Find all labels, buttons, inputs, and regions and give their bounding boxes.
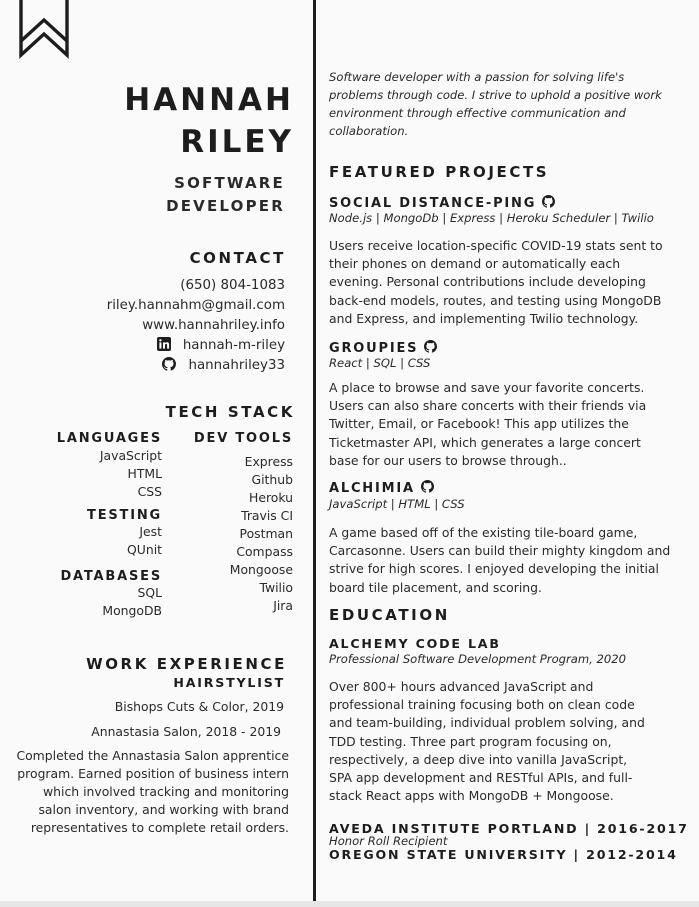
- tech-stack-heading: TECH STACK: [165, 403, 295, 421]
- linkedin-icon: [156, 337, 171, 351]
- contact-website[interactable]: www.hannahriley.info: [142, 316, 285, 336]
- first-name: HANNAH: [124, 82, 294, 118]
- skill-item: Postman: [239, 526, 293, 541]
- skill-item: Twilio: [259, 580, 293, 595]
- project-title: ALCHIMIA: [329, 480, 434, 497]
- skill-item: Mongoose: [229, 562, 293, 577]
- github-icon[interactable]: [424, 340, 438, 353]
- github-icon: [162, 357, 177, 371]
- work-experience-heading: WORK EXPERIENCE: [86, 655, 287, 673]
- project-description: A game based off of the existing tile-bo…: [329, 525, 671, 595]
- skill-item: Heroku: [249, 490, 293, 505]
- dev-tools-heading-wrap: DEV TOOLS: [194, 431, 293, 447]
- skill-item: Express: [244, 454, 293, 469]
- testing-heading-wrap: TESTING: [87, 508, 162, 524]
- linkedin-handle: hannah-m-riley: [182, 338, 285, 353]
- dev-tools-list: Express Github Heroku Travis CI Postman …: [230, 453, 293, 615]
- databases-heading: DATABASES: [60, 569, 162, 584]
- contact-github[interactable]: hannahriley33: [162, 356, 285, 376]
- last-name: RILEY: [180, 124, 294, 160]
- testing-heading: TESTING: [87, 508, 162, 523]
- project-tech: Node.js | MongoDb | Express | Heroku Sch…: [329, 211, 654, 225]
- skill-item: MongoDB: [102, 603, 162, 618]
- skill-item: CSS: [137, 484, 162, 499]
- contact-heading: CONTACT: [189, 249, 286, 267]
- skill-item: JavaScript: [99, 448, 162, 463]
- project-description: A place to browse and save your favorite…: [329, 380, 647, 468]
- work-role: HAIRSTYLIST: [173, 675, 285, 690]
- bookmark-icon: [19, 0, 69, 59]
- education-alchemy-name: ALCHEMY CODE LAB: [329, 636, 501, 651]
- contact-email[interactable]: riley.hannahm@gmail.com: [107, 296, 285, 316]
- github-icon[interactable]: [420, 480, 434, 493]
- skill-item: HTML: [127, 466, 162, 481]
- project-tech: React | SQL | CSS: [329, 356, 431, 370]
- featured-projects-heading: FEATURED PROJECTS: [329, 163, 550, 181]
- skill-item: Travis CI: [241, 508, 293, 523]
- education-alchemy-description: Over 800+ hours advanced JavaScript and …: [329, 679, 645, 804]
- education-alchemy-program: Professional Software Development Progra…: [329, 652, 627, 666]
- job-title-line1: SOFTWARE: [174, 174, 285, 192]
- contact-phone: (650) 804-1083: [180, 278, 285, 293]
- bottom-strip: [0, 901, 699, 907]
- languages-heading: LANGUAGES: [56, 431, 162, 446]
- intro-summary: Software developer with a passion for so…: [329, 70, 662, 138]
- skill-item: Github: [251, 472, 293, 487]
- work-place-2: Annastasia Salon, 2018 - 2019: [91, 724, 281, 739]
- project-title-text: SOCIAL DISTANCE-PING: [329, 196, 537, 211]
- languages-list: JavaScript HTML CSS: [100, 447, 162, 501]
- contact-linkedin[interactable]: hannah-m-riley: [156, 336, 285, 356]
- work-description: Completed the Annastasia Salon apprentic…: [16, 748, 289, 835]
- work-place-1: Bishops Cuts & Color, 2019: [114, 699, 284, 714]
- skill-item: Compass: [236, 544, 293, 559]
- github-icon[interactable]: [542, 195, 556, 208]
- project-description: Users receive location-specific COVID-19…: [329, 238, 663, 326]
- project-title-text: GROUPIES: [329, 341, 419, 356]
- databases-list: SQL MongoDB: [102, 584, 162, 620]
- github-handle: hannahriley33: [188, 358, 285, 373]
- skill-item: SQL: [137, 585, 162, 600]
- column-divider: [313, 0, 316, 907]
- databases-heading-wrap: DATABASES: [60, 569, 162, 585]
- skill-item: Jest: [139, 524, 162, 539]
- languages-group: LANGUAGES: [57, 431, 162, 447]
- skill-item: QUnit: [127, 542, 162, 557]
- education-osu-name: OREGON STATE UNIVERSITY | 2012-2014: [329, 847, 678, 862]
- skill-item: Jira: [273, 598, 293, 613]
- dev-tools-heading: DEV TOOLS: [193, 431, 293, 446]
- project-tech: JavaScript | HTML | CSS: [329, 497, 465, 511]
- education-heading: EDUCATION: [329, 606, 450, 624]
- testing-list: Jest QUnit: [127, 523, 162, 559]
- job-title-line2: DEVELOPER: [166, 197, 285, 215]
- project-title-text: ALCHIMIA: [329, 481, 415, 496]
